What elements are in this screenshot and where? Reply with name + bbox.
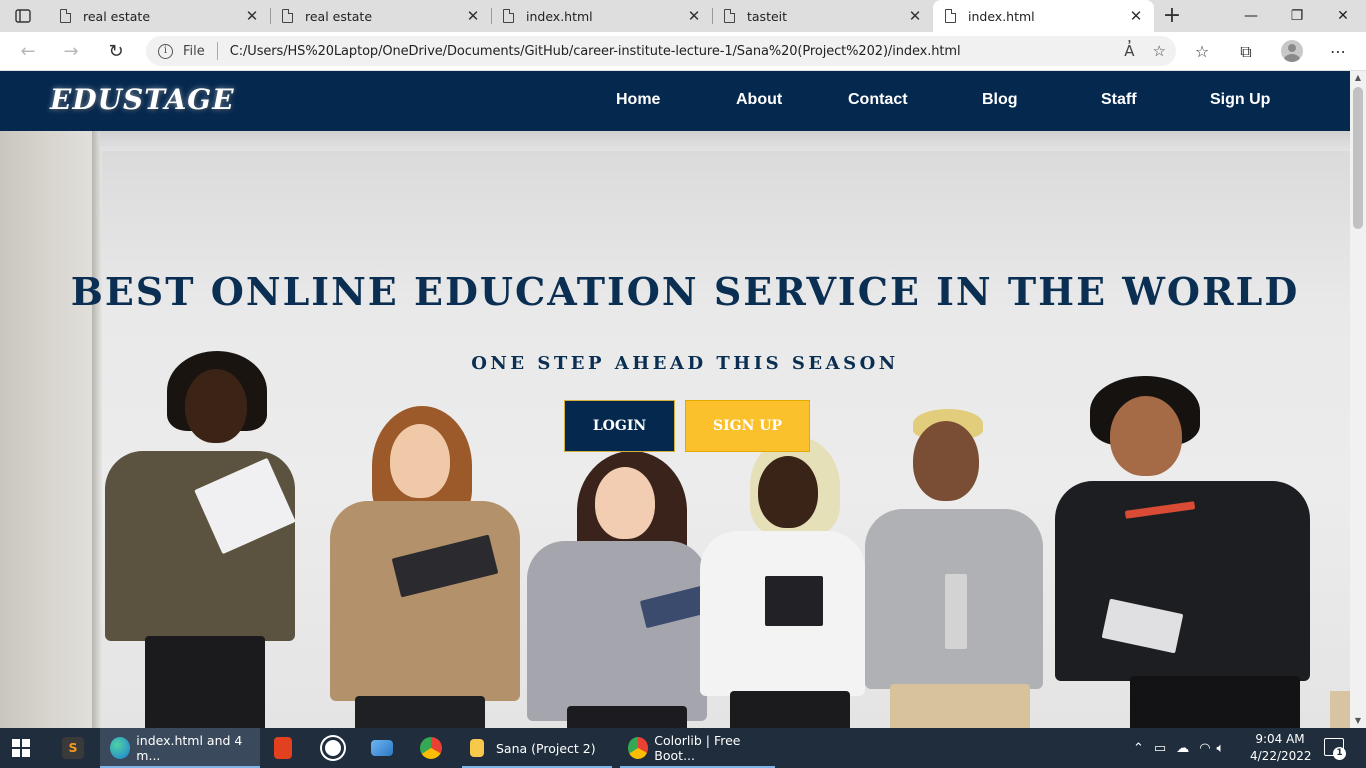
close-window-button[interactable]: ✕ xyxy=(1320,0,1366,32)
browser-tab[interactable]: real estate ✕ xyxy=(270,0,491,32)
page-scrollbar[interactable]: ▲ ▼ xyxy=(1350,71,1366,728)
taskbar-file-explorer[interactable]: Sana (Project 2) xyxy=(462,728,612,768)
folder-icon xyxy=(470,739,484,757)
minimize-button[interactable]: — xyxy=(1228,0,1274,32)
battery-icon[interactable]: ▭ xyxy=(1154,741,1166,756)
address-bar[interactable]: i File C:/Users/HS%20Laptop/OneDrive/Doc… xyxy=(146,36,1176,66)
taskbar-chrome[interactable]: Colorlib | Free Boot... xyxy=(620,728,775,768)
more-menu-icon[interactable]: ⋯ xyxy=(1326,40,1350,64)
tab-title: index.html xyxy=(968,8,1035,24)
url-text[interactable]: C:/Users/HS%20Laptop/OneDrive/Documents/… xyxy=(230,44,961,59)
tab-title: real estate xyxy=(305,8,373,24)
taskbar-clock[interactable]: 9:04 AM 4/22/2022 xyxy=(1250,731,1312,765)
wifi-icon[interactable]: ◠ xyxy=(1199,741,1210,756)
page-viewport: EDUSTAGE Home About Contact Blog Staff S… xyxy=(0,71,1350,728)
whatsapp-icon[interactable] xyxy=(322,728,346,768)
start-button[interactable] xyxy=(12,728,38,768)
close-tab-icon[interactable]: ✕ xyxy=(244,7,260,25)
browser-tab[interactable]: real estate ✕ xyxy=(48,0,270,32)
onedrive-cloud-icon[interactable]: ☁ xyxy=(1176,741,1189,756)
refresh-icon[interactable]: ↻ xyxy=(103,40,129,64)
nav-contact[interactable]: Contact xyxy=(848,91,908,109)
browser-toolbar: ← → ↻ i File C:/Users/HS%20Laptop/OneDri… xyxy=(0,32,1366,71)
read-aloud-icon[interactable]: A̓ xyxy=(1124,42,1134,60)
site-logo[interactable]: EDUSTAGE xyxy=(50,83,235,116)
nav-home[interactable]: Home xyxy=(616,91,660,109)
taskbar-edge[interactable]: index.html and 4 m... xyxy=(100,728,260,768)
forward-arrow-icon[interactable]: → xyxy=(58,40,84,64)
login-button[interactable]: LOGIN xyxy=(564,400,675,452)
nav-about[interactable]: About xyxy=(736,91,782,109)
back-arrow-icon[interactable]: ← xyxy=(15,40,41,64)
scroll-thumb[interactable] xyxy=(1353,87,1363,229)
volume-icon[interactable]: 🔈︎ xyxy=(1217,741,1225,756)
hero-title: BEST ONLINE EDUCATION SERVICE IN THE WOR… xyxy=(70,269,1300,314)
nav-staff[interactable]: Staff xyxy=(1101,91,1137,109)
favorites-icon[interactable]: ☆ xyxy=(1190,40,1214,64)
tab-title: index.html xyxy=(526,8,593,24)
page-icon xyxy=(60,9,71,23)
page-icon xyxy=(945,9,956,23)
hero-subtitle: ONE STEP AHEAD THIS SEASON xyxy=(471,353,899,374)
browser-tab[interactable]: tasteit ✕ xyxy=(712,0,933,32)
chrome-icon xyxy=(628,737,649,759)
close-tab-icon[interactable]: ✕ xyxy=(465,7,481,25)
office-icon[interactable] xyxy=(274,728,298,768)
site-navbar: EDUSTAGE Home About Contact Blog Staff S… xyxy=(0,71,1350,131)
pc-icon[interactable] xyxy=(371,728,395,768)
page-icon xyxy=(724,9,735,23)
collections-icon[interactable]: ⧉ xyxy=(1234,40,1258,64)
close-tab-icon[interactable]: ✕ xyxy=(1128,7,1144,25)
page-icon xyxy=(282,9,293,23)
tab-title: real estate xyxy=(83,8,151,24)
close-tab-icon[interactable]: ✕ xyxy=(907,7,923,25)
scroll-up-arrow-icon[interactable]: ▲ xyxy=(1350,71,1366,85)
notification-badge: 1 xyxy=(1333,747,1346,760)
add-favorite-icon[interactable]: ☆ xyxy=(1153,42,1166,60)
nav-blog[interactable]: Blog xyxy=(982,91,1018,109)
edge-icon xyxy=(110,737,131,759)
nav-sign-up[interactable]: Sign Up xyxy=(1210,91,1270,109)
restore-button[interactable]: ❐ xyxy=(1274,0,1320,32)
sublime-text-icon[interactable]: S xyxy=(62,728,88,768)
clock-time: 9:04 AM xyxy=(1255,732,1305,746)
scroll-down-arrow-icon[interactable]: ▼ xyxy=(1350,714,1366,728)
taskbar-item-label: Colorlib | Free Boot... xyxy=(654,733,741,763)
taskbar-item-label: index.html and 4 m... xyxy=(136,733,243,763)
new-tab-button[interactable]: + xyxy=(1160,2,1184,30)
browser-tab-active[interactable]: index.html ✕ xyxy=(933,0,1154,32)
page-icon xyxy=(503,9,514,23)
hero-section: BEST ONLINE EDUCATION SERVICE IN THE WOR… xyxy=(0,131,1350,728)
windows-logo-icon xyxy=(12,739,30,757)
profile-avatar[interactable] xyxy=(1281,40,1303,62)
browser-tab-strip: real estate ✕ real estate ✕ index.html ✕… xyxy=(0,0,1366,32)
clock-date: 4/22/2022 xyxy=(1250,749,1312,763)
system-tray: ⌃ ▭ ☁ ◠ 🔈︎ xyxy=(1133,728,1224,768)
windows-taskbar: S index.html and 4 m... Sana (Project 2)… xyxy=(0,728,1366,768)
tab-title: tasteit xyxy=(747,8,788,24)
sign-up-button[interactable]: SIGN UP xyxy=(685,400,810,452)
browser-tab[interactable]: index.html ✕ xyxy=(491,0,712,32)
close-tab-icon[interactable]: ✕ xyxy=(686,7,702,25)
chrome-icon[interactable] xyxy=(420,728,444,768)
info-icon[interactable]: i xyxy=(158,43,173,59)
chevron-up-icon[interactable]: ⌃ xyxy=(1133,741,1144,756)
scheme-label: File xyxy=(183,43,205,59)
taskbar-item-label: Sana (Project 2) xyxy=(496,740,596,756)
tab-actions-icon[interactable] xyxy=(8,4,38,28)
